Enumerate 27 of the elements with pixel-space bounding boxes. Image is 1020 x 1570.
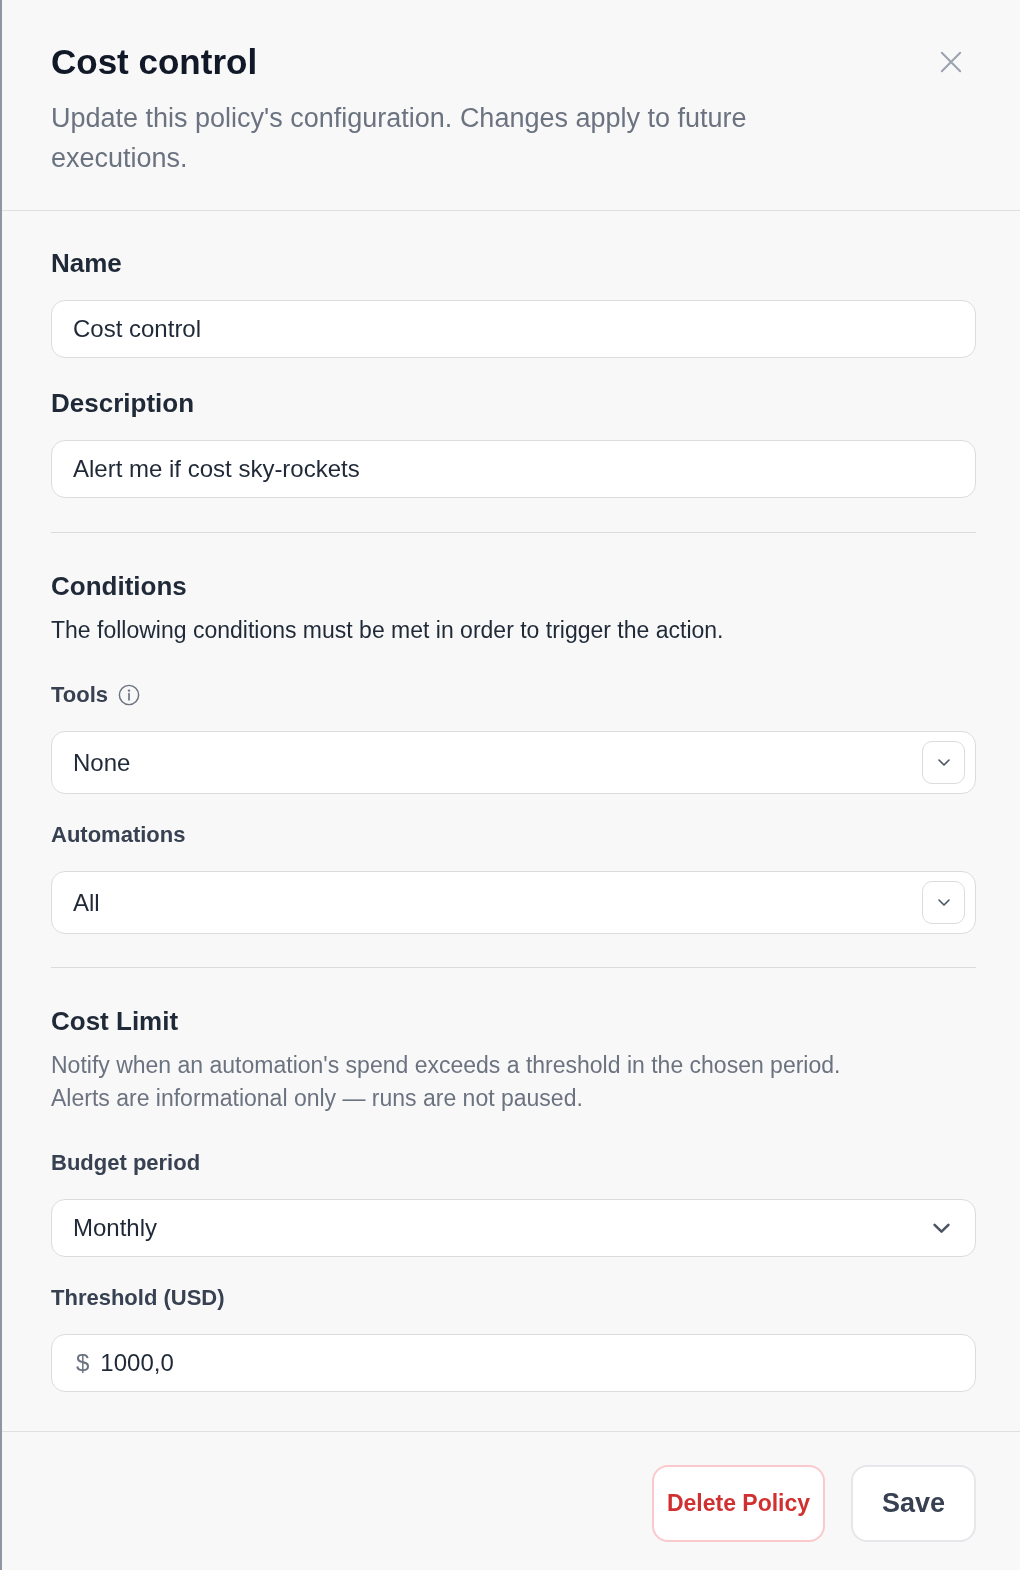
dropdown-button[interactable] (922, 881, 965, 924)
section-description: The following conditions must be met in order to trigger the action. (51, 616, 725, 645)
field-label: Tools (51, 681, 109, 709)
section-title: Cost Limit (51, 1005, 180, 1038)
text-field[interactable]: Cost control (51, 300, 976, 358)
info-icon[interactable] (118, 684, 141, 706)
section-description: Notify when an automation's spend exceeds a threshold in the chosen period. Alerts are informational only — runs are not paused. (51, 1051, 842, 1113)
field-label: Threshold (USD) (51, 1284, 225, 1312)
field-label: Name (51, 247, 122, 279)
select-field[interactable]: Monthly (51, 1199, 976, 1257)
field-label: Automations (51, 821, 186, 849)
chevron-down-icon (937, 899, 950, 906)
field-label: Budget period (51, 1149, 201, 1177)
field-label: Description (51, 387, 195, 419)
section-title: Conditions (51, 570, 188, 603)
delete-button[interactable]: Delete Policy (652, 1465, 825, 1542)
save-button[interactable]: Save (851, 1465, 976, 1542)
dialog-title: Cost control (51, 41, 259, 83)
chevron-down-icon (933, 1222, 950, 1234)
text-field[interactable]: Alert me if cost sky-rockets (51, 440, 976, 498)
currency-field[interactable]: $ 1000,0 (51, 1334, 976, 1392)
dropdown-button[interactable] (922, 741, 965, 784)
select-field[interactable]: All (51, 871, 976, 934)
dialog-subtitle: Update this policy's configuration. Changes apply to future executions. (51, 102, 748, 175)
chevron-down-icon (937, 759, 950, 766)
close-icon[interactable] (940, 51, 962, 73)
select-field[interactable]: None (51, 731, 976, 794)
